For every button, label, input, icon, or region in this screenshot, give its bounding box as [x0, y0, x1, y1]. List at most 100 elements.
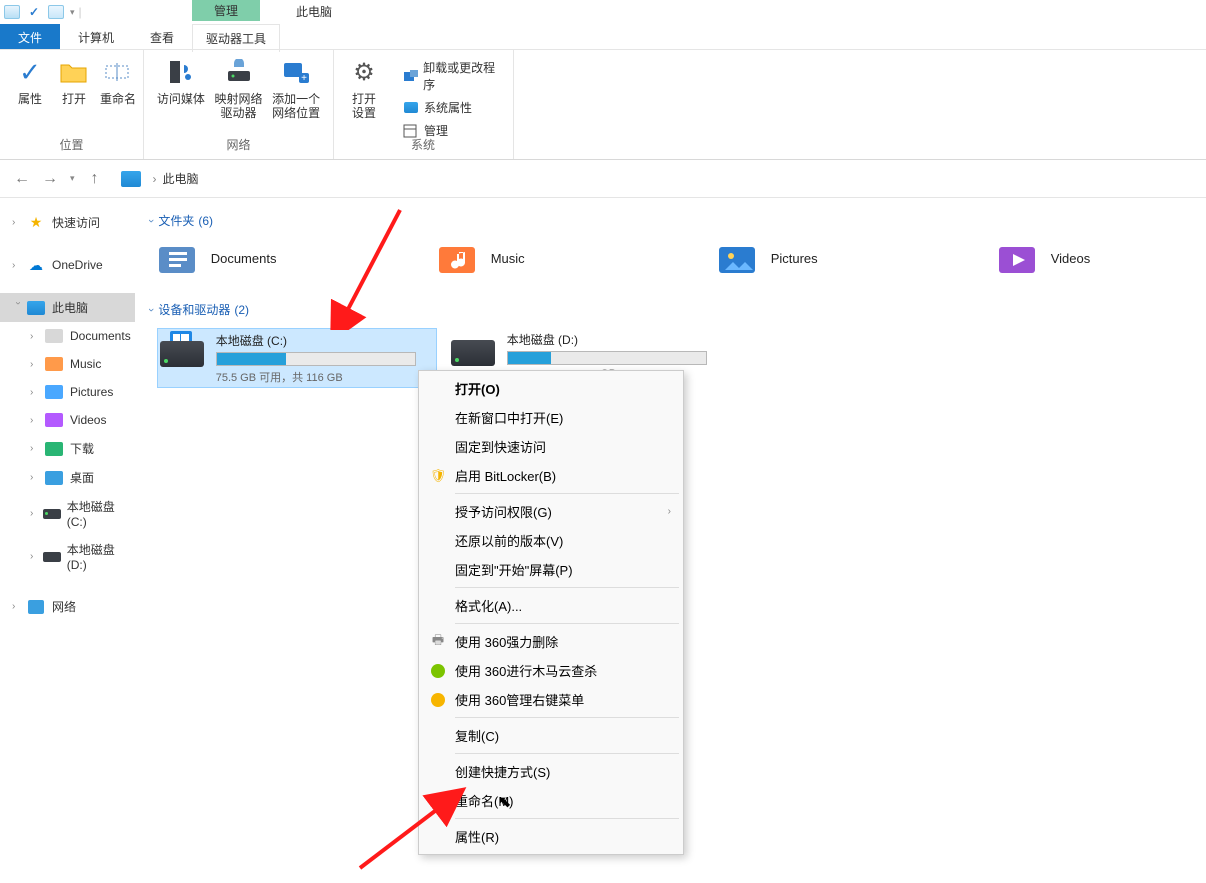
drive-c-icon — [160, 331, 208, 369]
tab-context-manage[interactable]: 管理 — [192, 0, 260, 21]
ctx-bitlocker[interactable]: 🛡启用 BitLocker(B) — [421, 461, 681, 490]
ribbon-manage[interactable]: 管理 — [398, 119, 507, 142]
ctx-360-scan[interactable]: 使用 360进行木马云查杀 — [421, 656, 681, 685]
folder-pictures[interactable]: Pictures — [717, 239, 997, 277]
tab-computer[interactable]: 计算机 — [60, 24, 132, 49]
ribbon-open[interactable]: 打开 — [52, 56, 96, 106]
separator — [455, 818, 679, 819]
ctx-properties[interactable]: 属性(R) — [421, 822, 681, 851]
drive-d-capacity-bar — [507, 351, 707, 365]
ribbon-tabstrip: 文件 计算机 查看 驱动器工具 — [0, 24, 1206, 50]
music-folder-icon — [44, 356, 64, 372]
videos-icon — [997, 239, 1039, 277]
drive-c[interactable]: 本地磁盘 (C:) 75.5 GB 可用，共 116 GB — [157, 328, 437, 388]
desktop-folder-icon — [44, 470, 64, 486]
drive-icon — [43, 549, 61, 565]
sidebar-this-pc[interactable]: › 此电脑 — [0, 293, 135, 322]
folder-videos[interactable]: Videos — [997, 239, 1206, 277]
separator — [455, 753, 679, 754]
svg-text:+: + — [301, 73, 307, 84]
ribbon-sysprops[interactable]: 系统属性 — [398, 96, 507, 119]
pictures-folder-icon — [44, 384, 64, 400]
ribbon-uninstall[interactable]: 卸载或更改程序 — [398, 56, 507, 96]
expand-icon[interactable]: › — [12, 601, 24, 612]
sidebar-videos[interactable]: ›Videos — [24, 406, 135, 434]
expand-icon[interactable]: › — [12, 260, 24, 271]
separator — [455, 587, 679, 588]
ribbon-rename[interactable]: 重命名 — [96, 56, 140, 106]
breadcrumb-this-pc[interactable]: 此电脑 — [163, 170, 199, 187]
ribbon-access-media[interactable]: 访问媒体 — [152, 56, 210, 106]
ctx-pin-start[interactable]: 固定到"开始"屏幕(P) — [421, 555, 681, 584]
documents-icon — [157, 239, 199, 277]
ribbon-add-location[interactable]: + 添加一个 网络位置 — [267, 56, 325, 120]
breadcrumb-separator: › — [153, 172, 157, 186]
back-button[interactable]: ← — [8, 165, 36, 193]
section-folders[interactable]: › 文件夹 (6) — [139, 208, 1206, 239]
drive-c-capacity-bar — [216, 352, 416, 366]
expand-icon[interactable]: › — [12, 217, 24, 228]
ctx-rename[interactable]: 重命名(M) — [421, 786, 681, 815]
documents-folder-icon — [44, 328, 64, 344]
tab-file[interactable]: 文件 — [0, 24, 60, 49]
sidebar-drive-c[interactable]: ›本地磁盘 (C:) — [24, 492, 135, 535]
separator — [455, 623, 679, 624]
navigation-pane: › ★ 快速访问 › ☁ OneDrive › 此电脑 ›Documents ›… — [0, 198, 135, 883]
ctx-grant-access[interactable]: 授予访问权限(G)› — [421, 497, 681, 526]
ribbon-map-drive[interactable]: 映射网络 驱动器 — [210, 56, 268, 120]
ribbon-group-location: 位置 — [0, 134, 143, 159]
sidebar-downloads[interactable]: ›下载 — [24, 434, 135, 463]
printer-icon: 🖶 — [429, 633, 447, 651]
ctx-create-shortcut[interactable]: 创建快捷方式(S) — [421, 757, 681, 786]
ctx-open[interactable]: 打开(O) — [421, 374, 681, 403]
ctx-restore-prev[interactable]: 还原以前的版本(V) — [421, 526, 681, 555]
network-icon — [26, 599, 46, 615]
recent-dropdown-icon[interactable]: ▾ — [70, 173, 75, 184]
sidebar-drive-d[interactable]: ›本地磁盘 (D:) — [24, 535, 135, 578]
ribbon: ✓ 属性 打开 重命名 位置 访问媒体 映射网络 驱动器 — [0, 50, 1206, 160]
pictures-icon — [717, 239, 759, 277]
sidebar-onedrive[interactable]: › ☁ OneDrive — [0, 251, 135, 279]
context-menu: 打开(O) 在新窗口中打开(E) 固定到快速访问 🛡启用 BitLocker(B… — [418, 370, 684, 855]
ctx-360-delete[interactable]: 🖶使用 360强力删除 — [421, 627, 681, 656]
separator: | — [79, 5, 82, 19]
cloud-icon: ☁ — [26, 257, 46, 273]
collapse-icon[interactable]: › — [13, 302, 24, 314]
tab-drive-tools[interactable]: 驱动器工具 — [192, 24, 280, 52]
drive-d-icon — [451, 330, 499, 368]
360-yellow-icon — [429, 691, 447, 709]
sidebar-quick-access[interactable]: › ★ 快速访问 — [0, 208, 135, 237]
ctx-copy[interactable]: 复制(C) — [421, 721, 681, 750]
folder-music[interactable]: Music — [437, 239, 717, 277]
qat-dropdown-icon[interactable]: ▾ — [70, 7, 75, 18]
ctx-360-menu[interactable]: 使用 360管理右键菜单 — [421, 685, 681, 714]
sidebar-pictures[interactable]: ›Pictures — [24, 378, 135, 406]
address-bar[interactable]: › 此电脑 — [117, 166, 1198, 191]
monitor-icon — [26, 300, 46, 316]
sidebar-network[interactable]: › 网络 — [0, 592, 135, 621]
ctx-pin-quick[interactable]: 固定到快速访问 — [421, 432, 681, 461]
ribbon-properties[interactable]: ✓ 属性 — [8, 56, 52, 106]
folder-open-icon — [58, 56, 90, 88]
sidebar-documents[interactable]: ›Documents — [24, 322, 135, 350]
folder-documents[interactable]: Documents — [157, 239, 437, 277]
shield-icon: 🛡 — [429, 467, 447, 485]
this-pc-icon — [121, 171, 141, 187]
submenu-arrow-icon: › — [668, 506, 671, 517]
map-drive-icon — [223, 56, 255, 88]
ribbon-open-settings[interactable]: ⚙ 打开 设置 — [342, 56, 386, 120]
forward-button[interactable]: → — [36, 165, 64, 193]
tab-view[interactable]: 查看 — [132, 24, 192, 49]
sidebar-music[interactable]: ›Music — [24, 350, 135, 378]
window-title: 此电脑 — [296, 3, 332, 20]
separator — [455, 493, 679, 494]
qat-check-icon[interactable] — [26, 4, 42, 20]
up-button[interactable]: ↑ — [81, 165, 109, 193]
ctx-open-new-window[interactable]: 在新窗口中打开(E) — [421, 403, 681, 432]
sidebar-desktop[interactable]: ›桌面 — [24, 463, 135, 492]
add-network-icon: + — [280, 56, 312, 88]
section-drives[interactable]: › 设备和驱动器 (2) — [139, 297, 1206, 328]
ctx-format[interactable]: 格式化(A)... — [421, 591, 681, 620]
qat-folder-icon[interactable] — [48, 4, 64, 20]
media-icon — [165, 56, 197, 88]
